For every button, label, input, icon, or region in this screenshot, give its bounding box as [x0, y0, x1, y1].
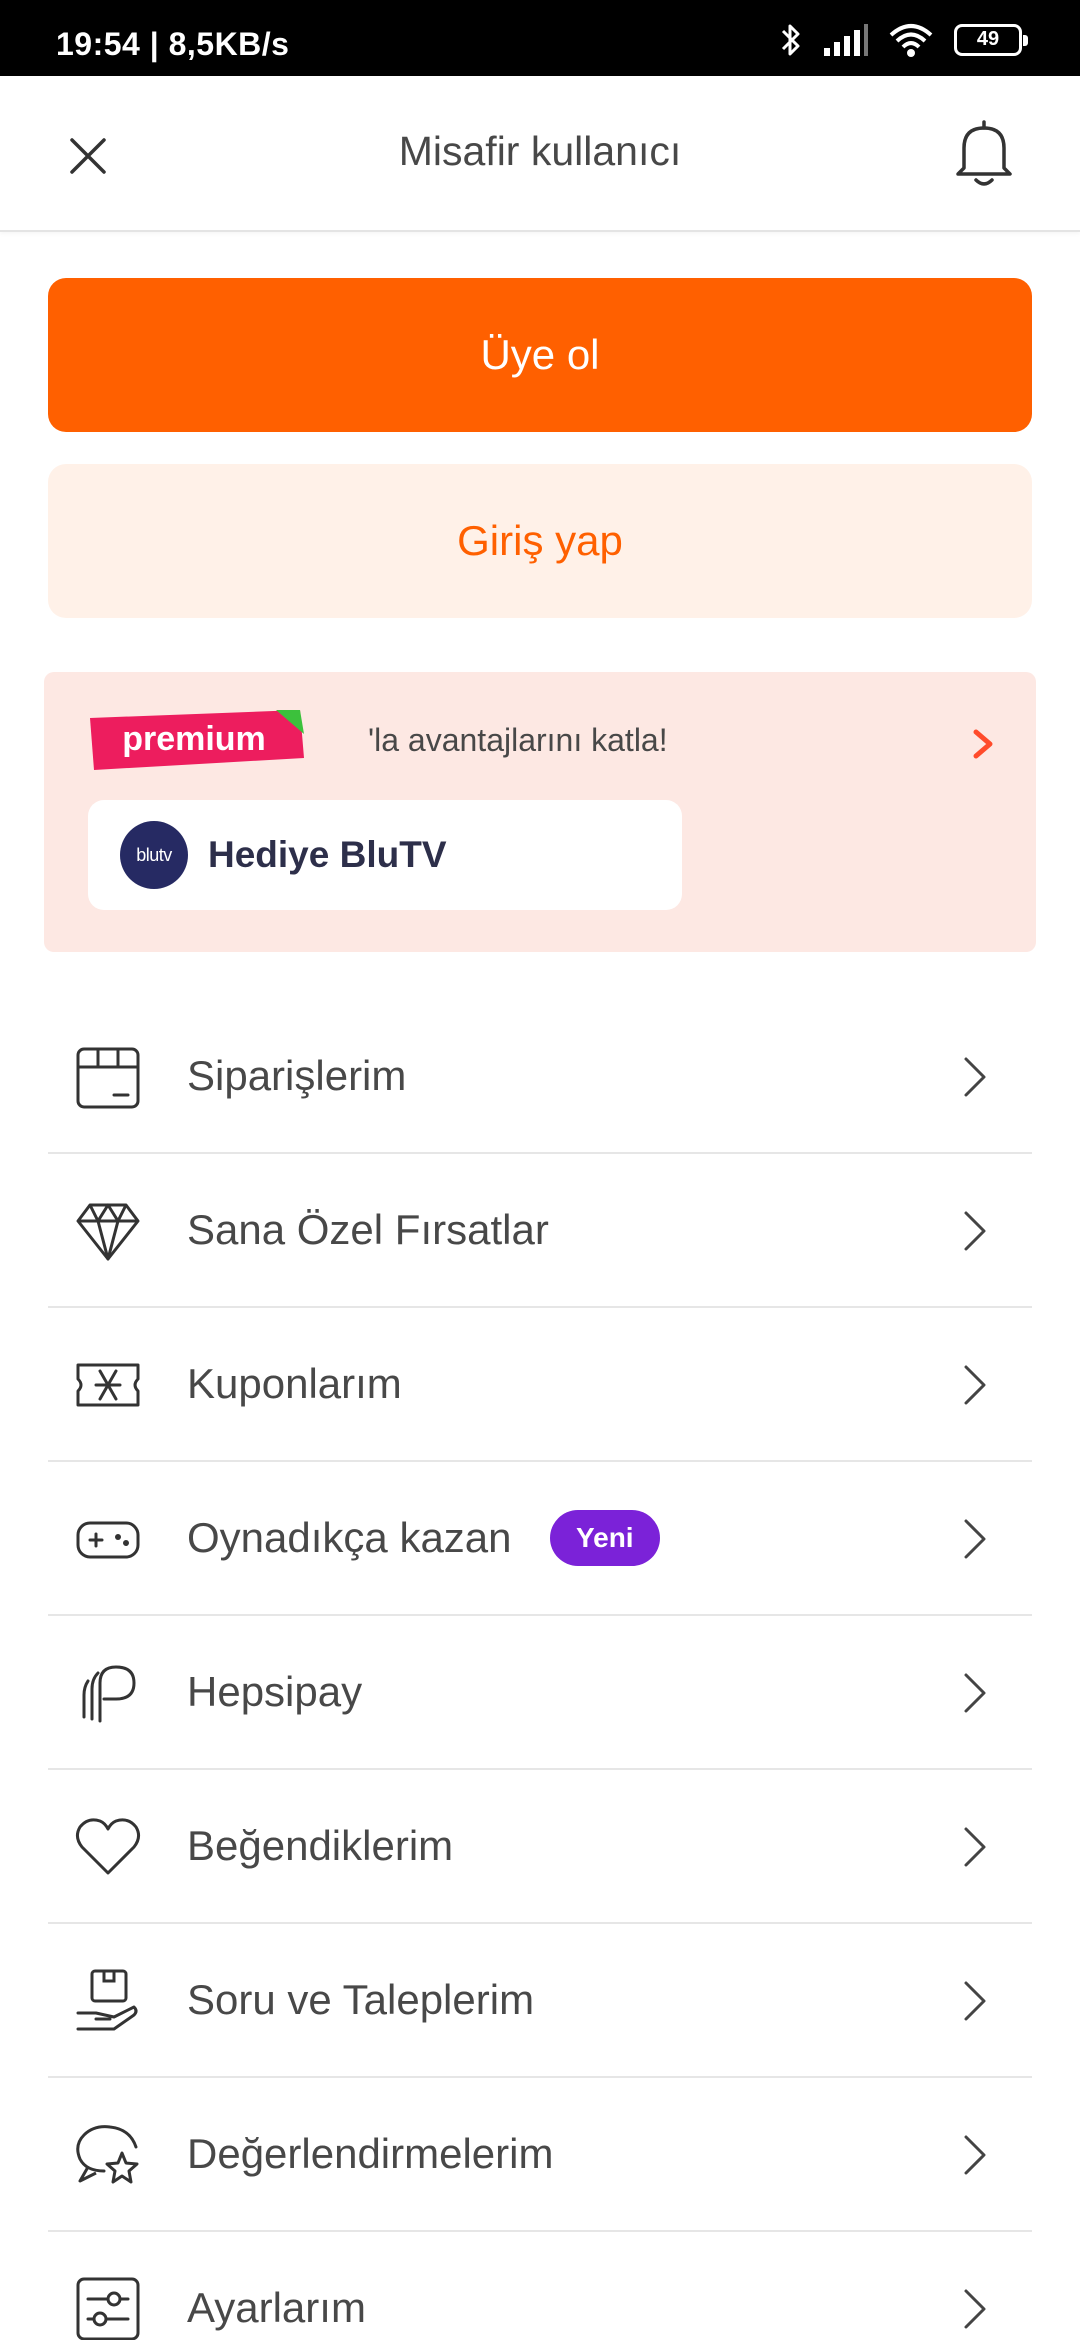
menu-item-label: Ayarlarım [187, 2284, 366, 2331]
menu-item-reviews[interactable]: Değerlendirmelerim [48, 2078, 1032, 2232]
signal-icon [824, 24, 868, 56]
status-bar: 19:54 | 8,5KB/s 49 [0, 0, 1080, 76]
hepsipay-icon [82, 1665, 136, 1723]
page-title: Misafir kullanıcı [398, 128, 682, 174]
menu-item-coupons[interactable]: Kuponlarım [48, 1308, 1032, 1462]
blutv-gift-card[interactable]: blutv Hediye BluTV [88, 800, 682, 910]
heart-icon [75, 1818, 141, 1875]
hand-box-icon [76, 1969, 138, 2031]
wifi-icon [889, 24, 933, 57]
menu-item-hepsipay[interactable]: Hepsipay [48, 1616, 1032, 1770]
menu-item-label: Sana Özel Fırsatlar [187, 1206, 549, 1253]
chevron-right-icon [964, 2135, 986, 2175]
chevron-right-icon [964, 1827, 986, 1867]
menu-item-label: Beğendiklerim [187, 1822, 454, 1869]
chevron-right-icon [964, 2289, 986, 2329]
menu-item-label: Soru ve Taleplerim [187, 1976, 535, 2023]
diamond-icon [76, 1203, 140, 1261]
battery-icon: 49 [954, 24, 1028, 56]
account-menu: Siparişlerim Sana Özel Fırsatlar Kuponla… [48, 1000, 1032, 2340]
chevron-right-icon [964, 1673, 986, 1713]
menu-item-special-deals[interactable]: Sana Özel Fırsatlar [48, 1154, 1032, 1308]
premium-logo: premium [90, 710, 304, 770]
status-icons: 49 [780, 22, 1028, 58]
menu-item-label: Değerlendirmelerim [187, 2130, 554, 2177]
premium-tagline: 'la avantajlarını katla! [368, 722, 668, 758]
menu-item-settings[interactable]: Ayarlarım [48, 2232, 1032, 2340]
chat-star-icon [76, 2125, 139, 2184]
login-button[interactable]: Giriş yap [48, 464, 1032, 618]
battery-level: 49 [976, 28, 1000, 50]
menu-item-label: Kuponlarım [187, 1360, 402, 1407]
blutv-logo: blutv [120, 821, 188, 889]
blutv-gift-label: Hediye BluTV [208, 834, 447, 875]
menu-item-label: Hepsipay [187, 1668, 363, 1715]
chevron-right-icon[interactable] [966, 724, 1000, 764]
box-icon [76, 1047, 140, 1109]
menu-item-label: Siparişlerim [187, 1052, 407, 1099]
signup-button[interactable]: Üye ol [48, 278, 1032, 432]
settings-sliders-icon [76, 2277, 140, 2340]
status-time-speed: 19:54 | 8,5KB/s [56, 26, 290, 62]
chevron-right-icon [964, 1981, 986, 2021]
menu-item-questions-requests[interactable]: Soru ve Taleplerim [48, 1924, 1032, 2078]
new-badge: Yeni [550, 1510, 660, 1566]
app-header: Misafir kullanıcı [0, 76, 1080, 232]
chevron-right-icon [964, 1057, 986, 1097]
premium-banner[interactable]: premium 'la avantajlarını katla! blutv H… [44, 672, 1036, 952]
chevron-right-icon [964, 1211, 986, 1251]
menu-item-label: Oynadıkça kazan [187, 1514, 512, 1561]
premium-logo-text: premium [122, 720, 266, 758]
menu-item-favorites[interactable]: Beğendiklerim [48, 1770, 1032, 1924]
bell-icon[interactable] [952, 118, 1016, 190]
gamepad-icon [76, 1521, 140, 1559]
chevron-right-icon [964, 1365, 986, 1405]
chevron-right-icon [964, 1519, 986, 1559]
bluetooth-icon [781, 24, 800, 56]
menu-item-play-and-earn[interactable]: Oynadıkça kazan Yeni [48, 1462, 1032, 1616]
menu-item-orders[interactable]: Siparişlerim [48, 1000, 1032, 1154]
coupon-icon [76, 1363, 140, 1407]
